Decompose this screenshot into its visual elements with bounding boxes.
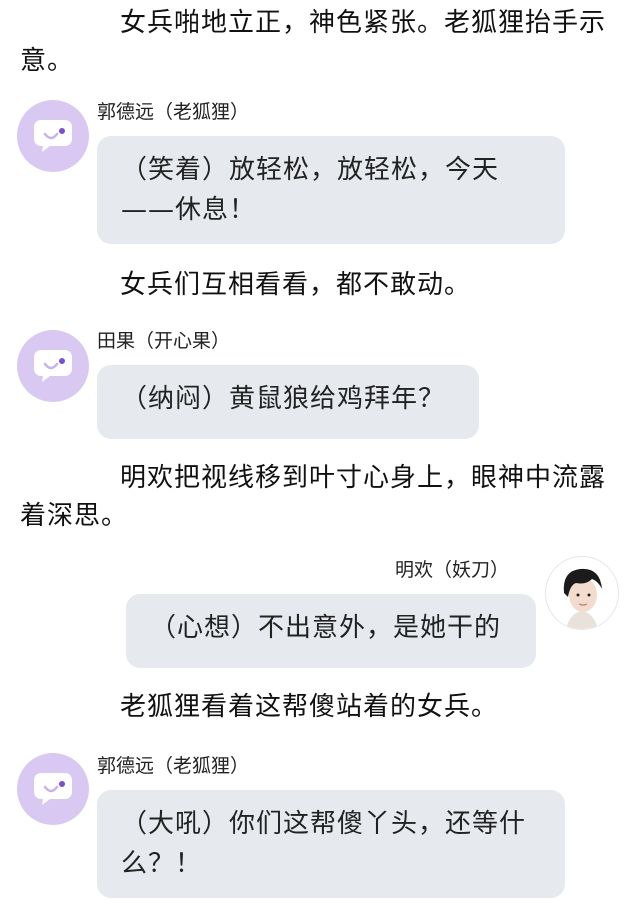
chat-bubble-icon [34, 773, 72, 805]
sender-name: 郭德远（老狐狸） [97, 101, 250, 123]
avatar[interactable] [17, 753, 89, 825]
message-bubble: （笑着）放轻松，放轻松，今天——休息！ [97, 136, 565, 244]
avatar[interactable] [545, 556, 619, 630]
sender-name: 明欢（妖刀） [395, 559, 510, 581]
message-bubble: （心想）不出意外，是她干的 [126, 594, 536, 668]
chat-bubble-icon [34, 350, 72, 382]
avatar[interactable] [17, 330, 89, 402]
avatar[interactable] [17, 100, 89, 172]
sender-name: 田果（开心果） [97, 330, 231, 352]
portrait-photo [546, 557, 618, 629]
message-bubble: （大吼）你们这帮傻丫头，还等什么？！ [97, 790, 565, 898]
sender-name: 郭德远（老狐狸） [97, 755, 250, 777]
chat-bubble-icon [34, 120, 72, 152]
narration-text: 明欢把视线移到叶寸心身上，眼神中流露着深思。 [20, 463, 607, 531]
message-bubble: （纳闷）黄鼠狼给鸡拜年？ [97, 365, 479, 439]
narration-text: 女兵们互相看看，都不敢动。 [120, 270, 472, 300]
narration-text: 老狐狸看着这帮傻站着的女兵。 [120, 692, 499, 722]
narration-text: 女兵啪地立正，神色紧张。老狐狸抬手示意。 [20, 8, 607, 76]
